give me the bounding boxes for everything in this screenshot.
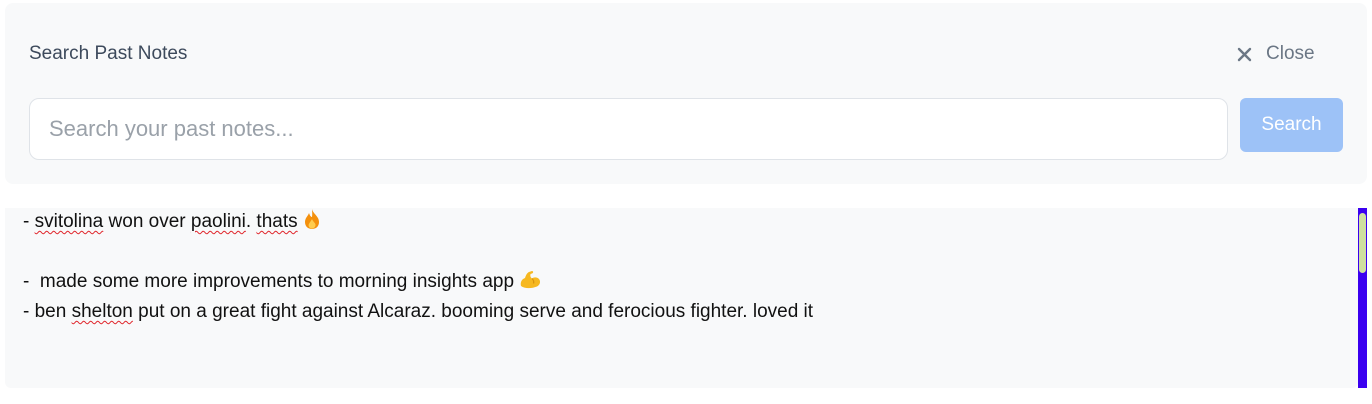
misspelled-word: paolini — [190, 211, 246, 232]
note-line: - ben shelton put on a great fight again… — [23, 301, 814, 322]
search-button[interactable]: Search — [1240, 98, 1343, 152]
search-panel: Search Past Notes Close Search — [5, 3, 1367, 184]
search-input[interactable] — [29, 98, 1228, 160]
close-label: Close — [1266, 43, 1315, 64]
misspelled-word: thats — [256, 211, 298, 232]
scrollbar-thumb[interactable] — [1359, 213, 1366, 273]
flexed-biceps-icon — [520, 271, 541, 289]
panel-title: Search Past Notes — [29, 43, 188, 64]
note-line: - svitolina won over paolini. thats — [23, 208, 322, 233]
note-line: - made some more improvements to morning… — [23, 268, 542, 293]
fire-icon — [304, 209, 319, 229]
close-icon — [1237, 47, 1252, 61]
close-button[interactable]: Close — [1237, 41, 1315, 67]
notes-list[interactable]: - svitolina won over paolini. thats - ma… — [5, 208, 1358, 388]
misspelled-word: shelton — [71, 301, 133, 322]
misspelled-word: svitolina — [34, 211, 104, 232]
